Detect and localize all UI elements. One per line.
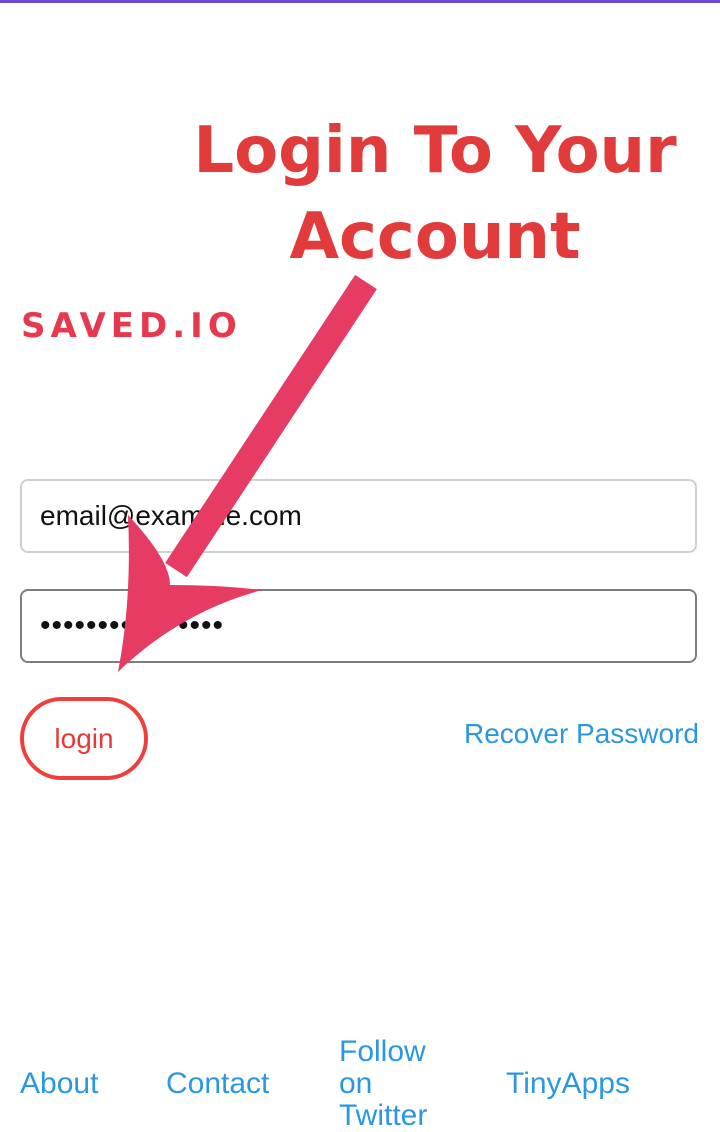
footer-contact-link[interactable]: Contact	[166, 1068, 269, 1100]
brand-logo: SAVED.IO	[21, 306, 242, 346]
footer-tinyapps-link[interactable]: TinyApps	[506, 1068, 630, 1100]
annotation-title-line-2: Account	[289, 200, 581, 274]
footer-about-link[interactable]: About	[20, 1068, 98, 1100]
status-strip	[0, 0, 720, 3]
email-field[interactable]: email@example.com	[20, 479, 697, 553]
recover-password-link[interactable]: Recover Password	[464, 718, 699, 750]
annotation-title: Login To Your Account	[180, 108, 690, 280]
login-button-label: login	[54, 722, 114, 754]
annotation-title-line-1: Login To Your	[193, 114, 677, 188]
login-button[interactable]: login	[20, 697, 148, 780]
password-value: ••••••••••••••••	[40, 609, 225, 642]
footer-follow-twitter-link[interactable]: Follow on Twitter	[339, 1036, 459, 1132]
email-value: email@example.com	[40, 500, 302, 531]
password-field[interactable]: ••••••••••••••••	[20, 589, 697, 663]
